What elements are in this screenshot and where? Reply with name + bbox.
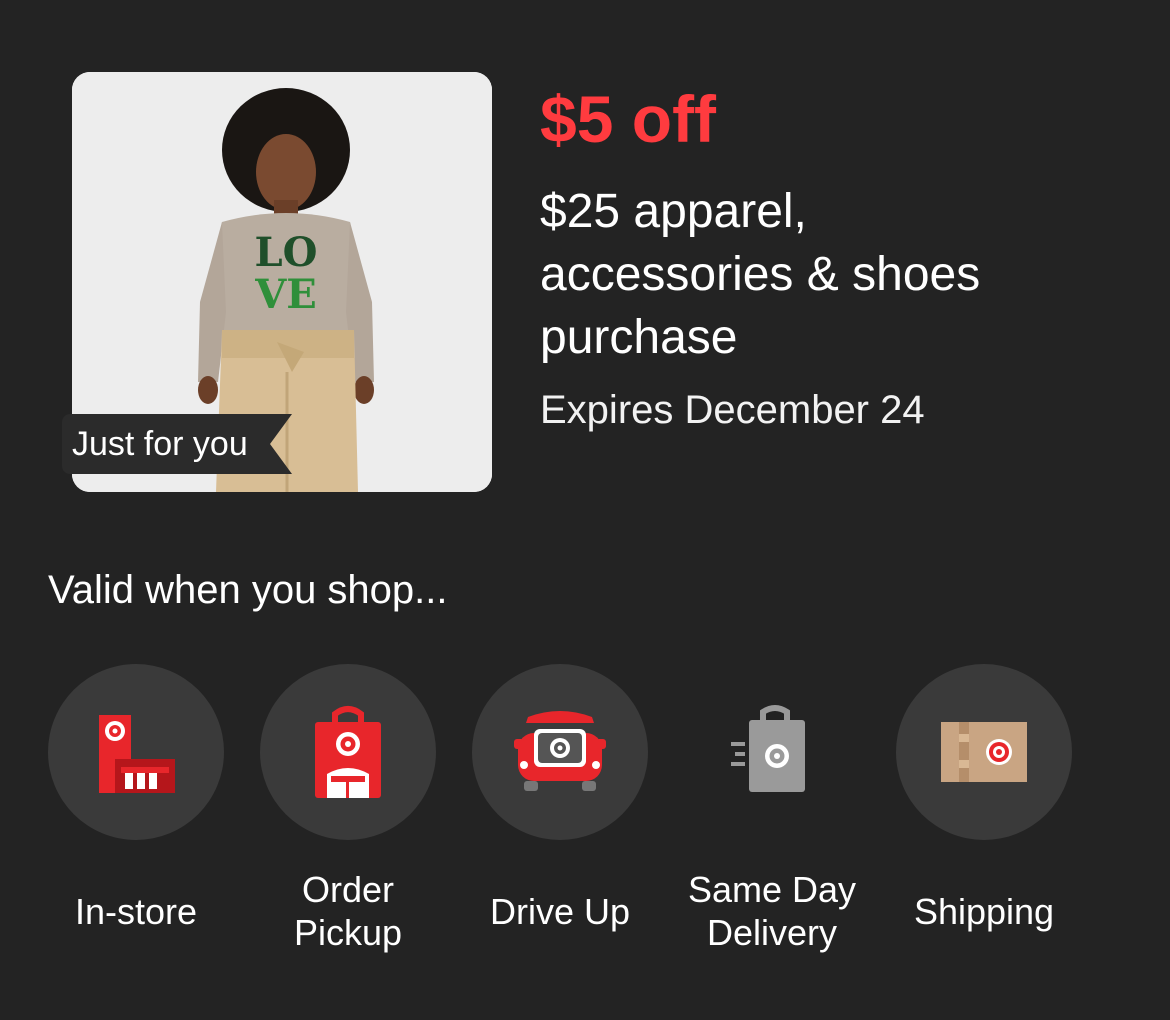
store-icon bbox=[48, 664, 224, 840]
valid-when-heading: Valid when you shop... bbox=[48, 568, 448, 612]
method-label: Order Pickup bbox=[293, 869, 403, 953]
method-drive-up: Drive Up bbox=[454, 664, 666, 932]
offer-discount: $5 off bbox=[540, 82, 717, 156]
description-line-1: $25 apparel, bbox=[540, 185, 807, 238]
offer-description: $25 apparel, accessories & shoes purchas… bbox=[540, 180, 1140, 369]
order-pickup-bag-icon bbox=[260, 664, 436, 840]
sweater-love-bottom: VE bbox=[254, 271, 317, 318]
shopping-methods: In-store Order Pickup Drive Up Same Day … bbox=[0, 664, 1170, 984]
method-label: Shipping bbox=[913, 890, 1055, 932]
method-label: Same Day Delivery bbox=[687, 869, 857, 953]
drive-up-car-icon bbox=[472, 664, 648, 840]
method-label: In-store bbox=[74, 890, 198, 932]
method-label: Drive Up bbox=[489, 890, 631, 932]
description-line-3: purchase bbox=[540, 311, 738, 364]
method-in-store: In-store bbox=[30, 664, 242, 932]
method-order-pickup: Order Pickup bbox=[242, 664, 454, 953]
sweater-love-top: LO bbox=[255, 229, 318, 276]
description-line-2: accessories & shoes bbox=[540, 248, 981, 301]
offer-details: $5 off $25 apparel, accessories & shoes … bbox=[540, 80, 1140, 437]
badge-label: Just for you bbox=[72, 425, 248, 463]
offer-expiration: Expires December 24 bbox=[540, 388, 925, 432]
same-day-delivery-bag-icon bbox=[684, 664, 860, 840]
shipping-box-icon bbox=[896, 664, 1072, 840]
just-for-you-badge: Just for you bbox=[62, 414, 292, 474]
method-same-day-delivery: Same Day Delivery bbox=[666, 664, 878, 953]
offer-detail-page: LO VE Just for you $5 off $25 apparel, a… bbox=[0, 0, 1170, 1020]
method-shipping: Shipping bbox=[878, 664, 1090, 932]
